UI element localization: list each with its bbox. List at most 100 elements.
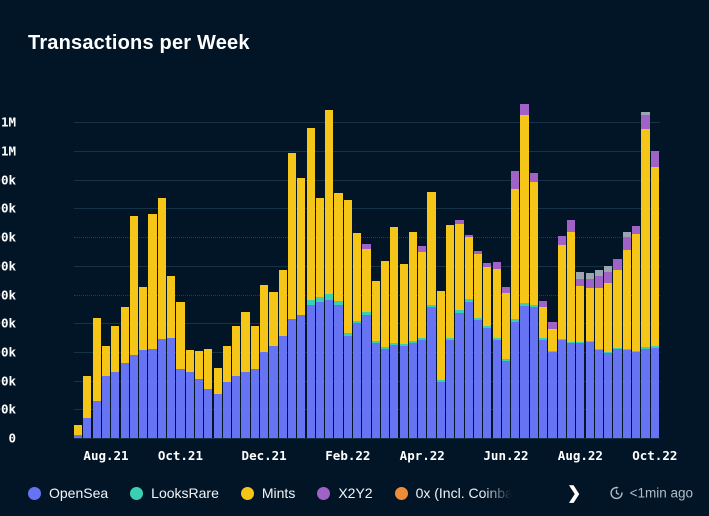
legend-item-mints[interactable]: Mints xyxy=(240,485,296,501)
bar[interactable] xyxy=(436,291,445,438)
legend-item-x2y2[interactable]: X2Y2 xyxy=(317,485,373,501)
bar[interactable] xyxy=(446,224,455,438)
bar[interactable] xyxy=(157,198,166,438)
bar-segment-mints xyxy=(167,275,176,338)
bar[interactable] xyxy=(650,150,659,438)
bar-segment-opensea xyxy=(436,382,445,438)
bar-segment-mints xyxy=(604,283,613,353)
bar[interactable] xyxy=(306,128,315,438)
bar-segment-mints xyxy=(315,198,325,298)
bar[interactable] xyxy=(427,191,436,438)
bar[interactable] xyxy=(520,104,529,438)
bar[interactable] xyxy=(101,346,111,438)
last-updated[interactable]: <1min ago xyxy=(609,486,693,501)
bar[interactable] xyxy=(585,273,594,438)
bar[interactable] xyxy=(483,262,492,438)
bar[interactable] xyxy=(418,246,427,438)
bar[interactable] xyxy=(353,233,362,438)
bar[interactable] xyxy=(315,198,325,438)
bar-segment-opensea xyxy=(604,353,613,438)
bar[interactable] xyxy=(269,291,278,438)
bar-segment-opensea xyxy=(557,340,566,438)
bar[interactable] xyxy=(576,271,585,438)
bar[interactable] xyxy=(408,232,418,438)
bar-segment-opensea xyxy=(371,343,380,438)
bar[interactable] xyxy=(74,425,83,438)
bar[interactable] xyxy=(492,262,501,438)
bar-segment-opensea xyxy=(380,349,390,438)
bar-segment-opensea xyxy=(511,321,520,438)
legend-item-looksrare[interactable]: LooksRare xyxy=(130,485,219,501)
bar[interactable] xyxy=(566,220,576,438)
bar[interactable] xyxy=(204,349,213,438)
bar[interactable] xyxy=(260,284,269,438)
bar[interactable] xyxy=(232,326,241,438)
bar[interactable] xyxy=(92,317,101,438)
bar[interactable] xyxy=(641,112,650,438)
bar-segment-opensea xyxy=(483,327,492,438)
bar-segment-mints xyxy=(120,307,129,364)
bar-segment-mints xyxy=(129,215,138,355)
bar[interactable] xyxy=(297,178,306,438)
legend-swatch-icon xyxy=(394,486,408,500)
bar[interactable] xyxy=(250,326,259,438)
bar[interactable] xyxy=(455,219,464,438)
bar[interactable] xyxy=(111,326,120,438)
bar[interactable] xyxy=(148,214,157,438)
bar[interactable] xyxy=(278,270,287,438)
bar-segment-opensea xyxy=(585,341,594,438)
bar[interactable] xyxy=(185,350,194,438)
x-axis-tick-label: Jun.22 xyxy=(483,448,529,463)
bar-segment-mints xyxy=(529,181,538,306)
bar-segment-opensea xyxy=(213,393,222,438)
bar[interactable] xyxy=(334,193,343,438)
bar[interactable] xyxy=(222,346,231,438)
bar[interactable] xyxy=(325,110,334,438)
bar-segment-mints xyxy=(241,311,250,372)
bar[interactable] xyxy=(632,225,641,438)
bar[interactable] xyxy=(613,258,622,438)
bar-segment-opensea xyxy=(83,417,92,438)
bar-segment-opensea xyxy=(427,307,436,438)
bar[interactable] xyxy=(399,263,408,438)
bar-segment-opensea xyxy=(306,304,315,438)
bar[interactable] xyxy=(120,307,129,438)
x-axis-tick-label: Feb.22 xyxy=(325,448,371,463)
bar[interactable] xyxy=(362,244,371,438)
bar[interactable] xyxy=(622,231,631,438)
bar[interactable] xyxy=(371,280,380,438)
bar[interactable] xyxy=(511,171,520,438)
bar-segment-opensea xyxy=(287,318,297,438)
bar[interactable] xyxy=(557,236,566,438)
chevron-right-icon[interactable]: ❯ xyxy=(567,485,581,502)
bar-segment-mints xyxy=(446,224,455,339)
bar[interactable] xyxy=(129,215,138,438)
bar[interactable] xyxy=(594,270,604,438)
bar[interactable] xyxy=(83,376,92,438)
bar[interactable] xyxy=(390,226,399,438)
y-axis-tick-label: 900k xyxy=(0,172,16,188)
bar[interactable] xyxy=(167,275,176,438)
bar[interactable] xyxy=(343,199,352,438)
bar-segment-opensea xyxy=(139,350,148,438)
bar[interactable] xyxy=(473,251,483,438)
bar[interactable] xyxy=(539,301,548,438)
bar-segment-mints xyxy=(548,328,557,351)
bar[interactable] xyxy=(287,152,297,438)
legend-item-label: Mints xyxy=(261,485,296,501)
bar[interactable] xyxy=(139,287,148,438)
bar[interactable] xyxy=(194,350,204,438)
bar[interactable] xyxy=(380,260,390,438)
bar[interactable] xyxy=(241,311,250,438)
bar[interactable] xyxy=(213,367,222,438)
bar[interactable] xyxy=(176,301,185,438)
legend-item-opensea[interactable]: OpenSea xyxy=(28,485,108,501)
bar[interactable] xyxy=(501,287,511,438)
bar-segment-mints xyxy=(501,293,511,360)
bar[interactable] xyxy=(529,173,538,438)
bar-segment-opensea xyxy=(194,379,204,438)
bar[interactable] xyxy=(464,234,473,438)
bar[interactable] xyxy=(548,321,557,438)
bar[interactable] xyxy=(604,266,613,438)
legend-item-0x-incl-coinbase[interactable]: 0x (Incl. Coinbase) xyxy=(394,485,513,501)
